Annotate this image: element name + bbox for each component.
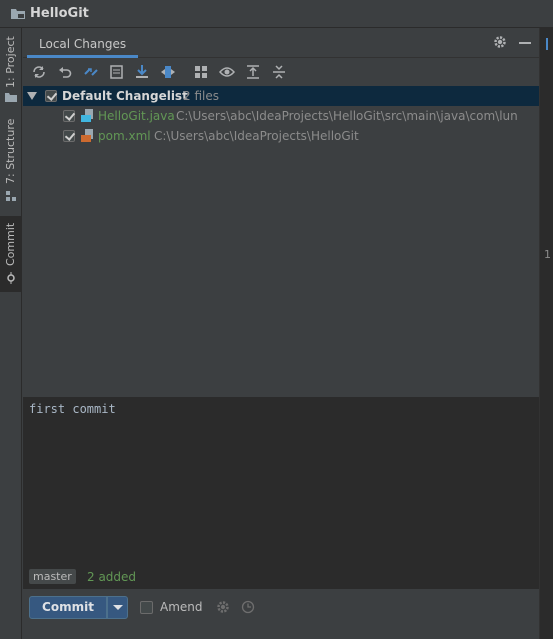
commit-message-editor[interactable]: first commit master 2 added bbox=[23, 399, 539, 589]
file-name: pom.xml bbox=[98, 129, 151, 143]
tab-structure[interactable]: 7: Structure bbox=[0, 118, 22, 206]
panel-tab-bar: Local Changes bbox=[23, 28, 539, 58]
commit-message-text: first commit bbox=[29, 402, 116, 416]
changes-tree: Default Changelist 2 files HelloGit.java… bbox=[23, 86, 539, 396]
java-file-icon bbox=[81, 109, 93, 122]
rollback-icon[interactable] bbox=[57, 64, 73, 80]
file-row[interactable]: pom.xml C:\Users\abc\IdeaProjects\HelloG… bbox=[23, 126, 539, 146]
window-title: HelloGit bbox=[30, 6, 89, 21]
file-name: HelloGit.java bbox=[98, 109, 175, 123]
shelve-icon[interactable] bbox=[109, 64, 125, 80]
chevron-down-icon bbox=[113, 605, 123, 610]
collapse-all-icon[interactable] bbox=[271, 64, 287, 80]
folder-icon bbox=[11, 9, 25, 19]
editor-gutter: 1 bbox=[539, 28, 553, 639]
tab-project[interactable]: 1: Project bbox=[0, 28, 22, 108]
file-path: C:\Users\abc\IdeaProjects\HelloGit bbox=[154, 129, 359, 143]
file-path: C:\Users\abc\IdeaProjects\HelloGit\src\m… bbox=[176, 109, 518, 123]
gear-icon[interactable] bbox=[493, 35, 507, 49]
folder-icon bbox=[5, 93, 17, 102]
move-icon[interactable] bbox=[160, 64, 176, 80]
commit-icon bbox=[7, 272, 15, 284]
group-by-icon[interactable] bbox=[193, 64, 209, 80]
branch-badge: master bbox=[29, 569, 76, 584]
changelist-row[interactable]: Default Changelist 2 files bbox=[23, 86, 539, 106]
view-options-icon[interactable] bbox=[219, 64, 235, 80]
expand-all-icon[interactable] bbox=[245, 64, 261, 80]
changelist-checkbox[interactable] bbox=[45, 90, 57, 102]
tab-commit-label: Commit bbox=[4, 222, 17, 266]
diff-icon[interactable] bbox=[83, 64, 99, 80]
tab-local-changes[interactable]: Local Changes bbox=[27, 32, 139, 58]
chevron-down-icon[interactable] bbox=[27, 92, 37, 100]
commit-actions: Commit Amend bbox=[23, 590, 539, 632]
commit-options-dropdown[interactable] bbox=[107, 596, 128, 619]
file-checkbox[interactable] bbox=[63, 110, 75, 122]
changelist-name: Default Changelist bbox=[62, 89, 188, 103]
amend-label: Amend bbox=[160, 600, 203, 614]
line-number: 1 bbox=[544, 248, 551, 261]
left-tool-strip: 1: Project 7: Structure Commit bbox=[0, 28, 22, 639]
update-icon[interactable] bbox=[134, 64, 150, 80]
history-icon[interactable] bbox=[241, 600, 255, 614]
changes-toolbar bbox=[23, 59, 539, 85]
structure-icon bbox=[6, 191, 16, 201]
added-status: 2 added bbox=[87, 570, 137, 584]
title-bar: HelloGit bbox=[0, 0, 553, 28]
minimize-icon[interactable] bbox=[519, 42, 531, 44]
gear-icon[interactable] bbox=[216, 600, 230, 614]
commit-panel: Local Changes Default Changelist 2 files… bbox=[23, 28, 539, 639]
changelist-file-count: 2 files bbox=[183, 89, 219, 103]
amend-checkbox[interactable] bbox=[140, 601, 153, 614]
tab-commit[interactable]: Commit bbox=[0, 216, 22, 292]
commit-button[interactable]: Commit bbox=[29, 596, 107, 619]
maven-file-icon bbox=[81, 129, 93, 142]
caret-marker bbox=[546, 38, 548, 50]
tab-structure-label: 7: Structure bbox=[4, 118, 17, 184]
tab-project-label: 1: Project bbox=[4, 36, 17, 88]
file-checkbox[interactable] bbox=[63, 130, 75, 142]
file-row[interactable]: HelloGit.java C:\Users\abc\IdeaProjects\… bbox=[23, 106, 539, 126]
refresh-icon[interactable] bbox=[31, 64, 47, 80]
